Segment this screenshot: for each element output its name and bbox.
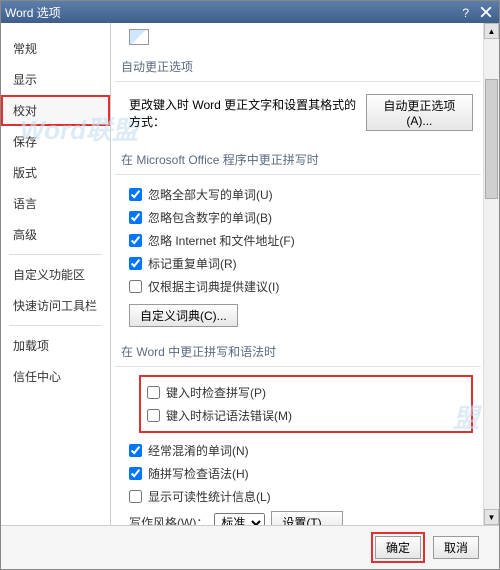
checkbox-check-grammar-with-spelling[interactable] [129, 467, 142, 480]
opt-ignore-internet[interactable]: 忽略 Internet 和文件地址(F) [129, 229, 473, 252]
opt-ignore-uppercase[interactable]: 忽略全部大写的单词(U) [129, 183, 473, 206]
sidebar-item-trust-center[interactable]: 信任中心 [1, 361, 110, 392]
writing-style-label: 写作风格(W)： [129, 514, 208, 525]
sidebar-item-quick-access[interactable]: 快速访问工具栏 [1, 290, 110, 321]
word-options-dialog: Word 选项 ? 常规 显示 校对 保存 版式 语言 高级 自定义功能区 快速… [0, 0, 500, 570]
sidebar-item-layout[interactable]: 版式 [1, 157, 110, 188]
autocorrect-options-button[interactable]: 自动更正选项(A)... [366, 94, 473, 131]
close-icon[interactable] [477, 4, 495, 20]
sidebar: 常规 显示 校对 保存 版式 语言 高级 自定义功能区 快速访问工具栏 加载项 … [1, 23, 111, 525]
help-icon[interactable]: ? [457, 4, 475, 20]
opt-check-grammar-with-spelling[interactable]: 随拼写检查语法(H) [129, 462, 473, 485]
cancel-button[interactable]: 取消 [433, 536, 479, 559]
checkbox-ignore-uppercase[interactable] [129, 188, 142, 201]
writing-style-select[interactable]: 标准 [214, 513, 265, 526]
sidebar-item-addins[interactable]: 加载项 [1, 330, 110, 361]
opt-ignore-numbers[interactable]: 忽略包含数字的单词(B) [129, 206, 473, 229]
opt-readability-stats[interactable]: 显示可读性统计信息(L) [129, 485, 473, 508]
checkbox-confused-words[interactable] [129, 444, 142, 457]
custom-dictionaries-button[interactable]: 自定义词典(C)... [129, 304, 238, 327]
checkbox-flag-repeated[interactable] [129, 257, 142, 270]
scroll-up-icon[interactable]: ▲ [484, 23, 499, 39]
checkbox-main-dictionary[interactable] [129, 280, 142, 293]
titlebar: Word 选项 ? [1, 1, 499, 23]
section-office-heading: 在 Microsoft Office 程序中更正拼写时 [115, 145, 481, 175]
page-icon [129, 29, 149, 45]
ok-button[interactable]: 确定 [375, 536, 421, 559]
sidebar-item-language[interactable]: 语言 [1, 188, 110, 219]
dialog-title: Word 选项 [5, 4, 61, 21]
checkbox-check-spelling-typing[interactable] [147, 386, 160, 399]
opt-check-spelling-typing[interactable]: 键入时检查拼写(P) [147, 381, 465, 404]
checkbox-ignore-internet[interactable] [129, 234, 142, 247]
opt-confused-words[interactable]: 经常混淆的单词(N) [129, 439, 473, 462]
autocorrect-intro: 更改键入时 Word 更正文字和设置其格式的方式： [129, 96, 358, 130]
content-panel: 自动更正选项 更改键入时 Word 更正文字和设置其格式的方式： 自动更正选项(… [111, 23, 499, 525]
opt-flag-repeated[interactable]: 标记重复单词(R) [129, 252, 473, 275]
scroll-thumb[interactable] [485, 79, 498, 199]
checkbox-readability-stats[interactable] [129, 490, 142, 503]
sidebar-item-proofing[interactable]: 校对 [1, 95, 110, 126]
section-autocorrect-heading: 自动更正选项 [115, 52, 481, 82]
opt-main-dictionary[interactable]: 仅根据主词典提供建议(I) [129, 275, 473, 298]
sidebar-item-advanced[interactable]: 高级 [1, 219, 110, 250]
sidebar-item-save[interactable]: 保存 [1, 126, 110, 157]
svg-text:?: ? [462, 6, 469, 18]
dialog-footer: 确定 取消 [1, 525, 499, 569]
sidebar-item-general[interactable]: 常规 [1, 33, 110, 64]
settings-button[interactable]: 设置(T)... [271, 511, 342, 525]
scroll-down-icon[interactable]: ▼ [484, 509, 499, 525]
sidebar-item-display[interactable]: 显示 [1, 64, 110, 95]
checkbox-mark-grammar-typing[interactable] [147, 409, 160, 422]
section-word-heading: 在 Word 中更正拼写和语法时 [115, 337, 481, 367]
sidebar-item-customize-ribbon[interactable]: 自定义功能区 [1, 259, 110, 290]
highlight-box-spellcheck: 键入时检查拼写(P) 键入时标记语法错误(M) [139, 375, 473, 433]
vertical-scrollbar[interactable]: ▲ ▼ [483, 23, 499, 525]
checkbox-ignore-numbers[interactable] [129, 211, 142, 224]
opt-mark-grammar-typing[interactable]: 键入时标记语法错误(M) [147, 404, 465, 427]
